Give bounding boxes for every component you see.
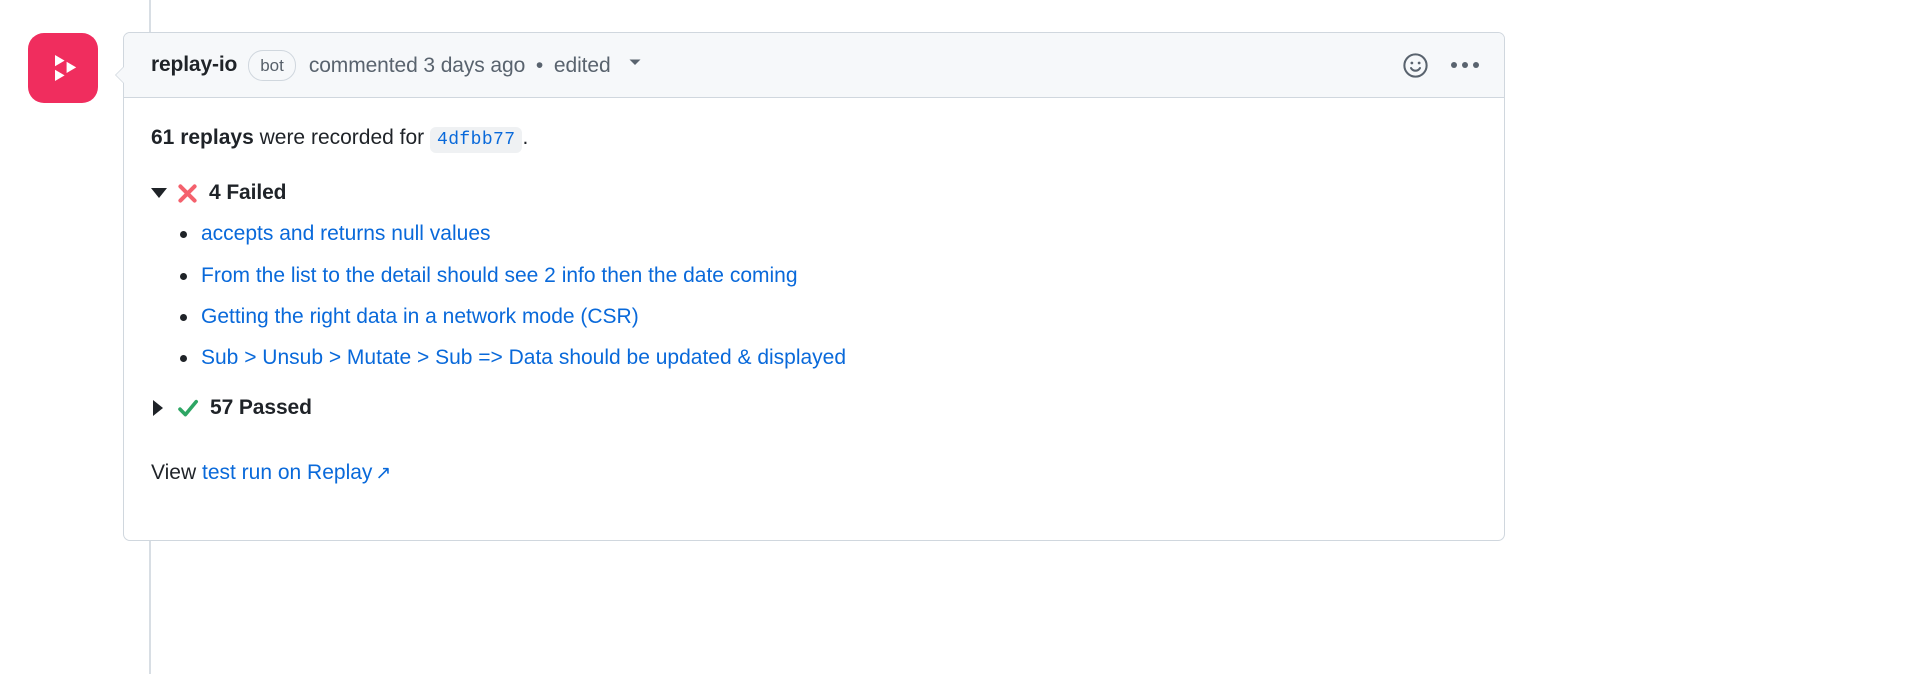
comment-header-meta: replay-io bot commented 3 days ago • edi…: [151, 49, 1401, 81]
section-passed-label: 57 Passed: [210, 396, 312, 420]
edited-label[interactable]: edited: [554, 54, 611, 77]
list-item: Sub > Unsub > Mutate > Sub => Data shoul…: [180, 345, 1477, 370]
failed-test-link[interactable]: Sub > Unsub > Mutate > Sub => Data shoul…: [201, 346, 846, 369]
view-prefix: View: [151, 460, 197, 484]
list-item: accepts and returns null values: [180, 221, 1477, 246]
check-mark-icon: [176, 396, 200, 420]
triangle-down-icon[interactable]: [151, 188, 167, 199]
kebab-dot: [1473, 62, 1479, 68]
chevron-down-icon[interactable]: [627, 52, 643, 76]
commit-hash[interactable]: 4dfbb77: [430, 127, 523, 153]
comment-header: replay-io bot commented 3 days ago • edi…: [124, 33, 1504, 98]
replay-logo-icon: [43, 48, 83, 88]
section-passed: 57 Passed: [151, 392, 1477, 425]
replay-run-link[interactable]: test run on Replay: [202, 461, 372, 484]
kebab-dot: [1462, 62, 1468, 68]
comment-header-actions: [1401, 51, 1482, 80]
list-item: From the list to the detail should see 2…: [180, 263, 1477, 288]
meta-separator: •: [535, 54, 544, 77]
kebab-menu-icon[interactable]: [1448, 62, 1482, 68]
summary-period: .: [522, 126, 529, 149]
summary-text: were recorded for: [259, 126, 425, 149]
section-failed: 4 Failed accepts and returns null values…: [151, 177, 1477, 370]
cross-mark-icon: [176, 182, 199, 205]
commented-label: commented: [308, 54, 418, 77]
external-link-icon: ↗: [375, 462, 392, 484]
comment-author[interactable]: replay-io: [151, 53, 237, 77]
triangle-right-icon[interactable]: [153, 400, 163, 417]
kebab-dot: [1451, 62, 1457, 68]
comment-box: replay-io bot commented 3 days ago • edi…: [115, 32, 1505, 542]
list-item: Getting the right data in a network mode…: [180, 304, 1477, 329]
relative-timestamp[interactable]: 3 days ago: [423, 54, 525, 77]
replay-count: 61 replays: [151, 126, 254, 149]
failed-test-list: accepts and returns null values From the…: [151, 221, 1477, 370]
comment-body: 61 replays were recorded for 4dfbb77. 4 …: [124, 98, 1504, 540]
avatar[interactable]: [28, 33, 98, 103]
bot-badge: bot: [248, 49, 296, 81]
smiley-face-icon[interactable]: [1401, 51, 1430, 80]
section-failed-toggle[interactable]: 4 Failed: [151, 177, 1477, 210]
failed-test-link[interactable]: accepts and returns null values: [201, 222, 491, 245]
section-passed-toggle[interactable]: 57 Passed: [151, 392, 1477, 425]
failed-test-link[interactable]: Getting the right data in a network mode…: [201, 305, 639, 328]
view-run-line: View test run on Replay ↗: [151, 457, 1477, 490]
failed-test-link[interactable]: From the list to the detail should see 2…: [201, 264, 798, 287]
replays-summary-line: 61 replays were recorded for 4dfbb77.: [151, 122, 1477, 155]
comment-timestamp-group: commented 3 days ago • edited: [309, 52, 643, 78]
section-failed-label: 4 Failed: [209, 180, 287, 204]
